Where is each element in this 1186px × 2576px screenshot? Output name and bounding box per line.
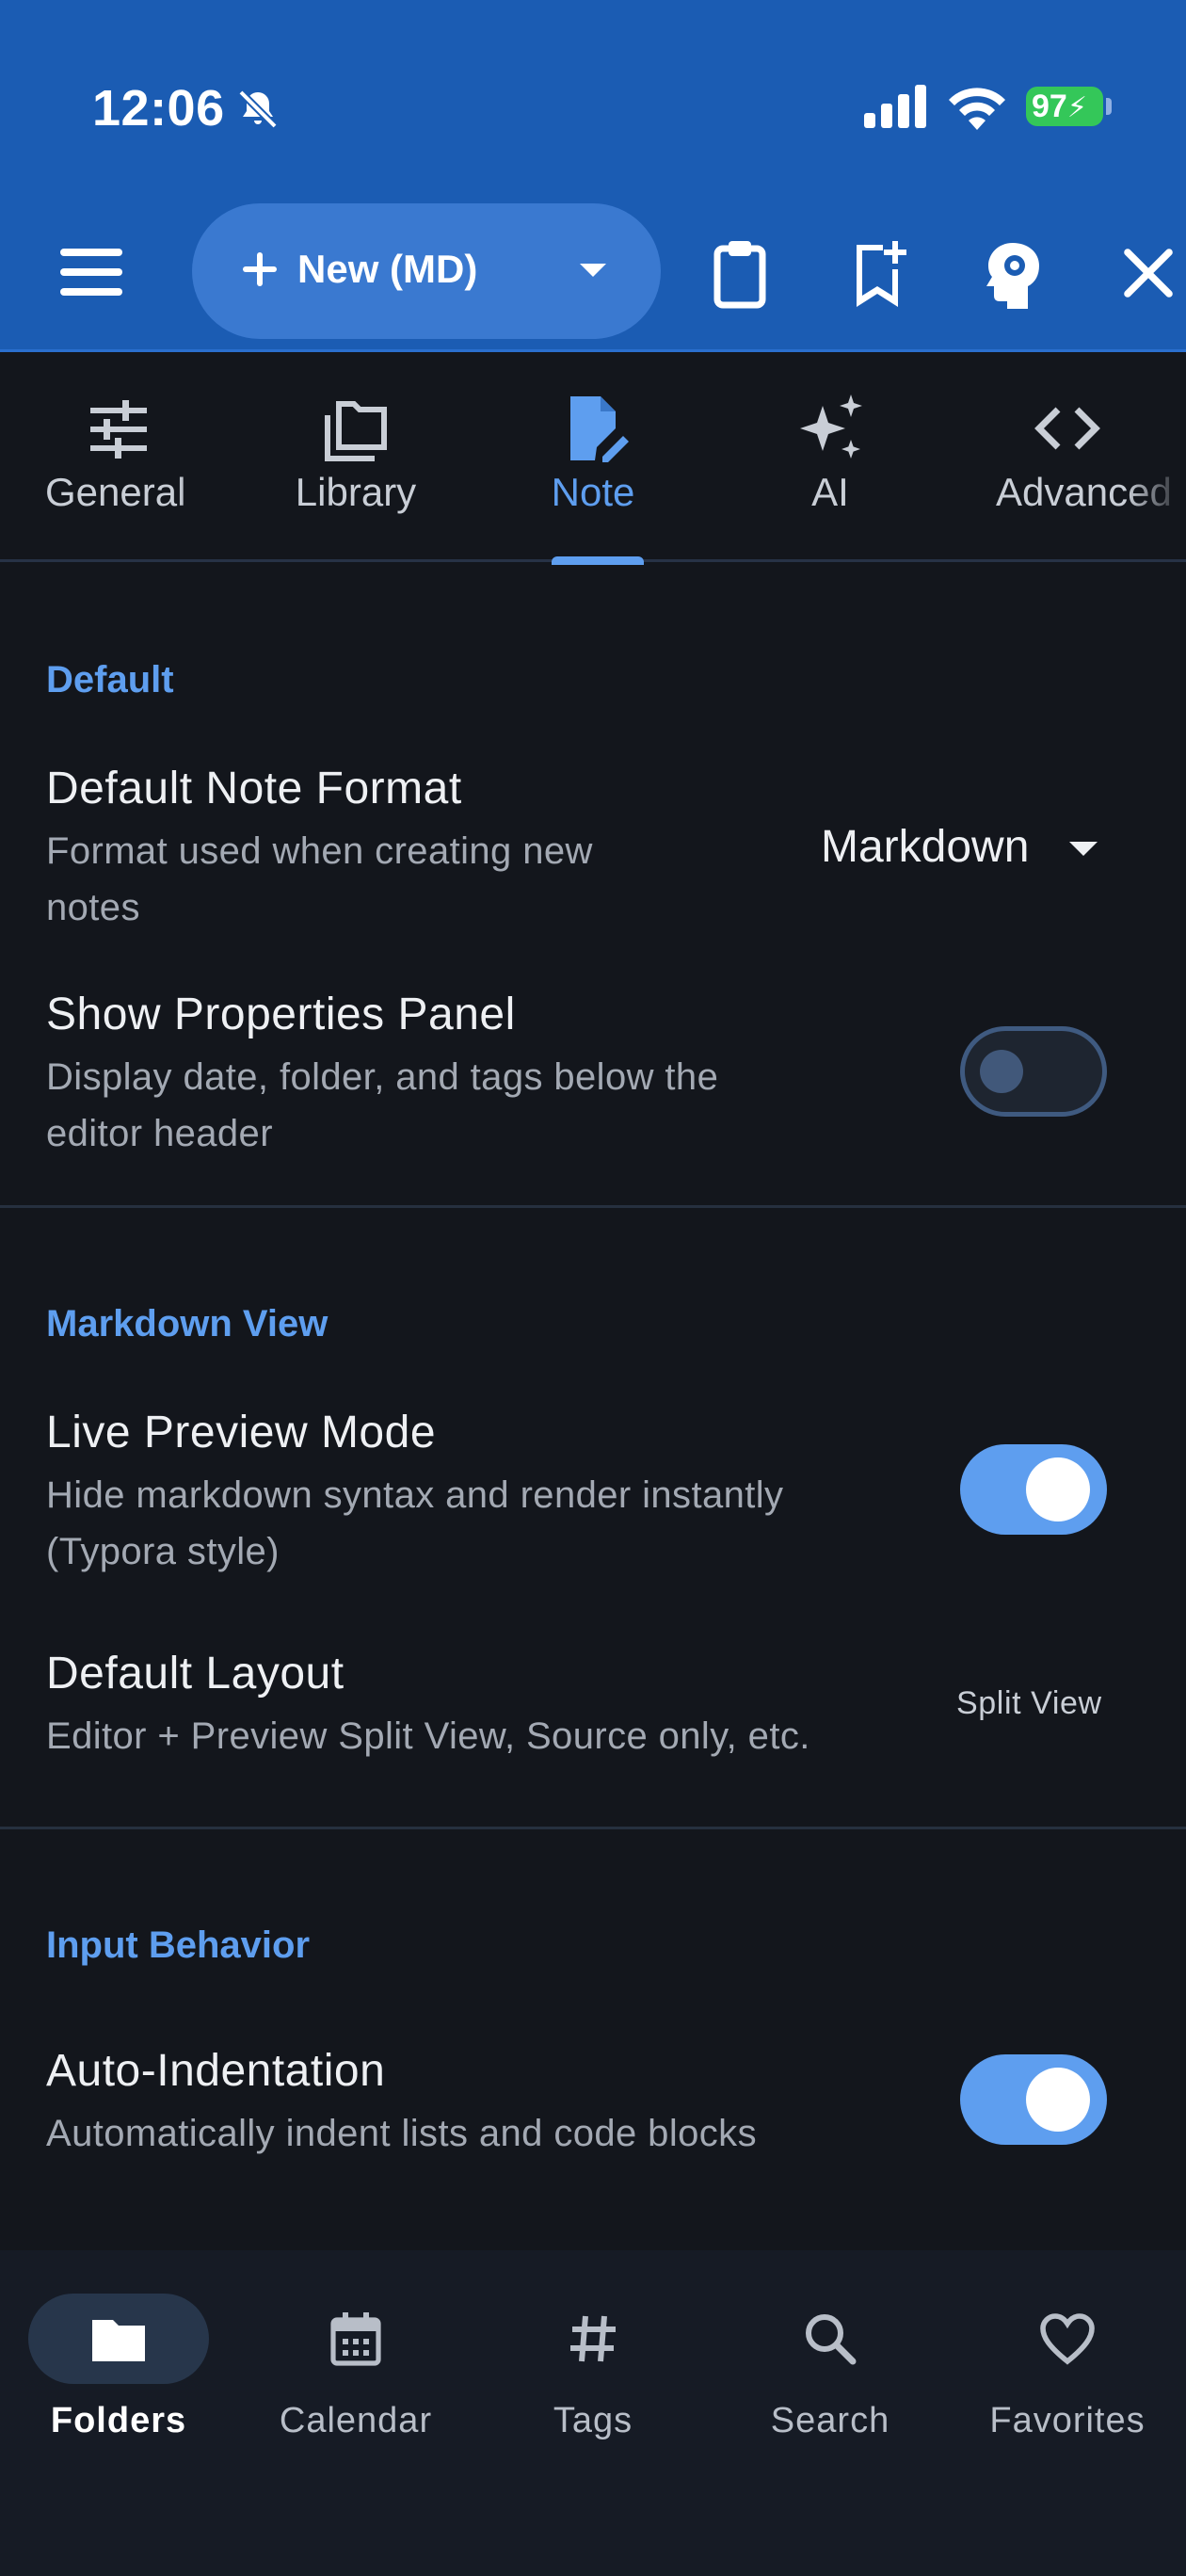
setting-desc-note-format: Format used when creating new xyxy=(46,830,593,872)
charging-bolt-icon: ⚡ xyxy=(1066,92,1087,123)
nav-label: Tags xyxy=(553,2401,633,2440)
sparkles-icon xyxy=(800,394,862,459)
battery-indicator: 97⚡ xyxy=(1026,87,1103,126)
tab-label: Library xyxy=(295,470,417,514)
note-format-value: Markdown xyxy=(821,822,1030,872)
status-bar: 12:06 97⚡ xyxy=(0,0,1186,188)
section-title-input-behavior: Input Behavior xyxy=(46,1924,311,1966)
setting-desc-live-preview: Hide markdown syntax and render instantl… xyxy=(46,1474,784,1516)
close-icon[interactable] xyxy=(1111,235,1186,311)
setting-title-properties-panel: Show Properties Panel xyxy=(46,990,516,1039)
note-format-dropdown[interactable]: Markdown xyxy=(821,817,1103,877)
app-header: 12:06 97⚡ New (MD) xyxy=(0,0,1186,352)
chevron-down-icon xyxy=(1069,842,1098,856)
chevron-down-icon[interactable] xyxy=(580,264,606,277)
hashtag-icon xyxy=(570,2315,616,2362)
auto-indent-toggle[interactable] xyxy=(960,2054,1107,2145)
active-tab-indicator xyxy=(552,556,644,565)
nav-favorites[interactable]: Favorites xyxy=(949,2250,1186,2495)
bell-muted-icon xyxy=(238,89,278,129)
new-note-button[interactable]: New (MD) xyxy=(192,203,661,339)
tab-library[interactable]: Library xyxy=(237,355,474,562)
setting-title-live-preview: Live Preview Mode xyxy=(46,1408,437,1457)
tab-label: Note xyxy=(551,470,635,514)
tab-general[interactable]: General xyxy=(0,355,237,562)
nav-tags[interactable]: Tags xyxy=(474,2250,712,2495)
nav-folders[interactable]: Folders xyxy=(0,2250,237,2495)
tab-note[interactable]: Note xyxy=(474,355,712,565)
nav-label: Search xyxy=(770,2401,890,2440)
tab-label: AI xyxy=(811,470,849,514)
nav-label: Favorites xyxy=(989,2401,1146,2440)
setting-title-default-layout: Default Layout xyxy=(46,1649,345,1699)
default-layout-value[interactable]: Split View xyxy=(956,1685,1102,1722)
tab-ai[interactable]: AI xyxy=(712,355,949,562)
toggle-knob xyxy=(980,1050,1023,1093)
properties-panel-toggle[interactable] xyxy=(960,1026,1107,1117)
bookmark-add-icon[interactable] xyxy=(840,235,915,311)
setting-desc-live-preview-cont: (Typora style) xyxy=(46,1531,280,1572)
battery-level: 97 xyxy=(1032,89,1067,124)
toggle-knob xyxy=(1026,2068,1090,2132)
setting-desc-properties-panel-cont: editor header xyxy=(46,1113,273,1154)
folders-icon xyxy=(325,401,387,461)
nav-calendar[interactable]: Calendar xyxy=(237,2250,474,2495)
sliders-icon xyxy=(90,400,147,459)
search-icon xyxy=(806,2314,857,2365)
heart-icon xyxy=(1040,2313,1095,2365)
bottom-navigation: Folders Calendar Tags Search Favorites xyxy=(0,2250,1186,2576)
section-divider xyxy=(0,1827,1186,1829)
section-divider xyxy=(0,1205,1186,1208)
setting-desc-note-format-cont: notes xyxy=(46,887,140,928)
toolbar: New (MD) xyxy=(0,198,1186,348)
toggle-knob xyxy=(1026,1457,1090,1521)
nav-search[interactable]: Search xyxy=(712,2250,949,2495)
settings-tabs: General Library Note AI Advanced xyxy=(0,355,1186,565)
nav-label: Calendar xyxy=(279,2401,433,2440)
status-time: 12:06 xyxy=(92,80,225,137)
tab-label: Advanced xyxy=(996,470,1172,514)
wifi-icon xyxy=(949,88,1005,130)
tab-advanced[interactable]: Advanced xyxy=(949,355,1186,562)
section-title-markdown-view: Markdown View xyxy=(46,1303,329,1344)
plus-icon xyxy=(243,252,277,286)
live-preview-toggle[interactable] xyxy=(960,1444,1107,1535)
menu-icon[interactable] xyxy=(56,247,126,298)
cell-signal-icon xyxy=(864,85,926,128)
calendar-icon xyxy=(330,2312,381,2366)
code-icon xyxy=(1034,407,1100,450)
folder-icon xyxy=(92,2320,145,2361)
setting-title-auto-indent: Auto-Indentation xyxy=(46,2046,386,2096)
note-edit-icon xyxy=(570,396,629,462)
section-title-default: Default xyxy=(46,659,174,700)
nav-label: Folders xyxy=(50,2401,187,2440)
new-note-label: New (MD) xyxy=(297,247,478,291)
setting-desc-properties-panel: Display date, folder, and tags below the xyxy=(46,1056,719,1098)
brain-gear-icon[interactable] xyxy=(975,235,1050,311)
setting-desc-auto-indent: Automatically indent lists and code bloc… xyxy=(46,2113,757,2154)
setting-desc-default-layout: Editor + Preview Split View, Source only… xyxy=(46,1715,810,1757)
setting-title-note-format: Default Note Format xyxy=(46,764,462,813)
battery-tip xyxy=(1106,98,1112,115)
clipboard-icon[interactable] xyxy=(702,235,777,311)
tab-label: General xyxy=(45,470,186,514)
